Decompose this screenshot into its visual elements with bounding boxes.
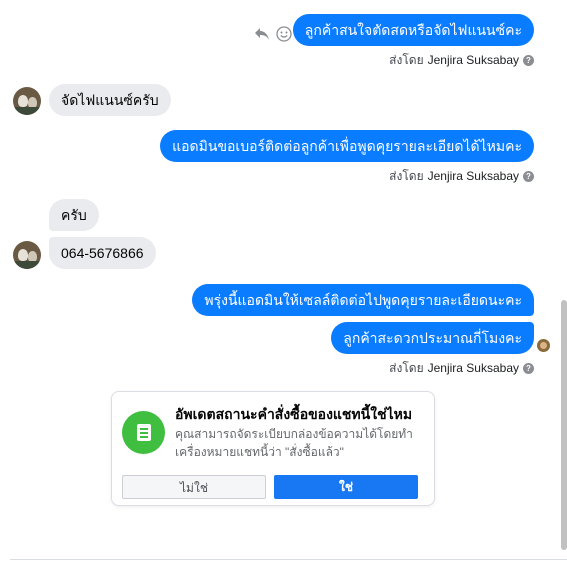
sent-by-prefix: ส่งโดย: [389, 360, 424, 375]
message-hover-actions: [254, 26, 292, 47]
scrollbar[interactable]: [561, 300, 567, 550]
avatar[interactable]: [13, 241, 41, 269]
smiley-icon[interactable]: [276, 26, 292, 47]
order-document-icon: [122, 411, 165, 454]
no-button[interactable]: ไม่ใช่: [122, 475, 266, 499]
sent-by-label: ส่งโดย Jenjira Suksabay ?: [389, 360, 534, 376]
incoming-message[interactable]: 064-5676866: [49, 237, 156, 269]
sent-by-label: ส่งโดย Jenjira Suksabay ?: [389, 168, 534, 184]
outgoing-message[interactable]: แอดมินขอเบอร์ติดต่อลูกค้าเพื่อพูดคุยรายล…: [160, 130, 534, 162]
incoming-message[interactable]: จัดไฟแนนซ์ครับ: [49, 84, 171, 116]
incoming-message[interactable]: ครับ: [49, 199, 99, 231]
outgoing-message[interactable]: ลูกค้าสะดวกประมาณกี่โมงคะ: [331, 322, 534, 354]
sender-name: Jenjira Suksabay: [427, 169, 519, 183]
sent-by-label: ส่งโดย Jenjira Suksabay ?: [389, 52, 534, 68]
order-status-card: อัพเดตสถานะคำสั่งซื้อของแชทนี้ใช่ไหม คุณ…: [111, 391, 435, 506]
sent-by-prefix: ส่งโดย: [389, 52, 424, 67]
order-card-description: คุณสามารถจัดระเบียบกล่องข้อความได้โดยทำเ…: [175, 427, 413, 459]
sender-name: Jenjira Suksabay: [427, 53, 519, 67]
sent-by-prefix: ส่งโดย: [389, 168, 424, 183]
outgoing-message[interactable]: ลูกค้าสนใจตัดสดหรือจัดไฟแนนซ์คะ: [292, 14, 534, 46]
order-card-title: อัพเดตสถานะคำสั่งซื้อของแชทนี้ใช่ไหม: [175, 406, 413, 422]
help-icon[interactable]: ?: [523, 54, 534, 66]
reply-icon[interactable]: [254, 27, 270, 46]
outgoing-message[interactable]: พรุ่งนี้แอดมินให้เซลล์ติดต่อไปพูดคุยรายล…: [192, 284, 534, 316]
composer-divider: [10, 559, 567, 560]
seen-avatar: [537, 339, 550, 352]
avatar[interactable]: [13, 87, 41, 115]
help-icon[interactable]: ?: [523, 170, 534, 182]
help-icon[interactable]: ?: [523, 362, 534, 374]
yes-button[interactable]: ใช่: [274, 475, 418, 499]
sender-name: Jenjira Suksabay: [427, 361, 519, 375]
